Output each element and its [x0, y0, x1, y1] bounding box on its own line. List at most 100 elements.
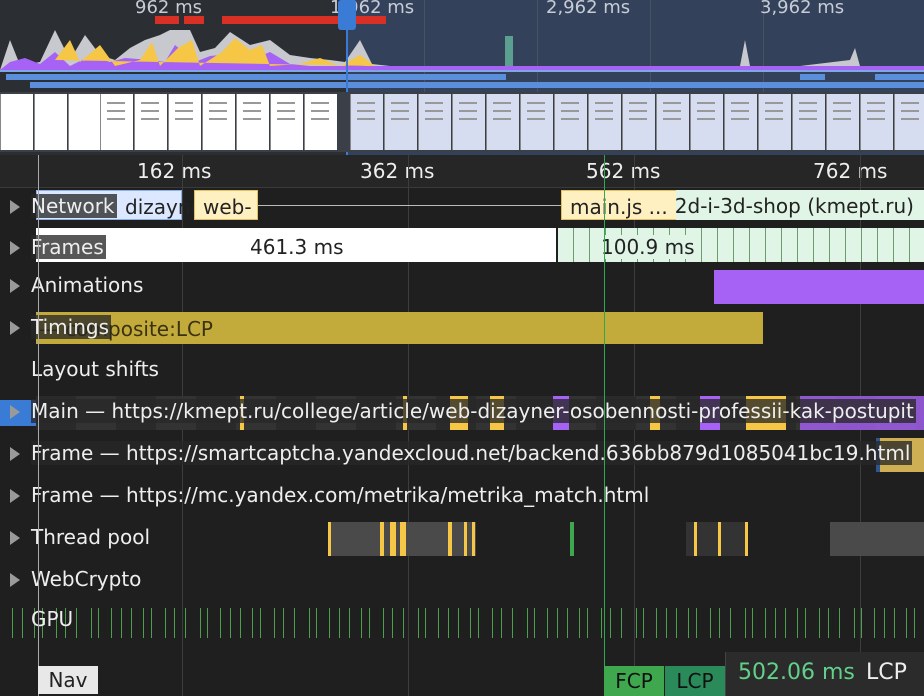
track-label: Frame — https://smartcaptcha.yandexcloud…: [31, 441, 913, 465]
frame-long[interactable]: 461.3 ms: [36, 228, 556, 262]
screenshot-thumbnail[interactable]: [622, 94, 655, 150]
track-frames[interactable]: 461.3 ms 100.9 ms Frames: [0, 228, 924, 270]
screenshot-thumbnail[interactable]: [690, 94, 723, 150]
gpu-tick: [839, 608, 840, 638]
gpu-tick: [745, 608, 746, 638]
gpu-tick: [369, 608, 370, 638]
gpu-tick: [775, 608, 776, 638]
gpu-tick: [828, 608, 829, 638]
screenshot-thumbnail[interactable]: [486, 94, 519, 150]
track-gpu[interactable]: GPU: [0, 600, 924, 642]
thread-task-scripting[interactable]: [718, 522, 721, 556]
track-frame-smartcaptcha[interactable]: Frame — https://smartcaptcha.yandexcloud…: [0, 434, 924, 476]
gpu-tick: [349, 608, 350, 638]
track-frame-metrika[interactable]: Frame — https://mc.yandex.com/metrika/me…: [0, 476, 924, 518]
gpu-tick: [76, 608, 77, 638]
screenshot-thumbnail[interactable]: [860, 94, 893, 150]
screenshot-thumbnail[interactable]: [452, 94, 485, 150]
frames-short[interactable]: 100.9 ms: [558, 228, 924, 262]
network-request-page[interactable]: web-dizayner-osobennosti-professii-kak-p…: [676, 190, 924, 220]
screenshot-thumbnail[interactable]: [724, 94, 757, 150]
screenshot-thumbnail[interactable]: [168, 94, 201, 150]
screenshot-thumbnail[interactable]: [384, 94, 417, 150]
thread-task-scripting[interactable]: [448, 522, 452, 556]
screenshot-thumbnail[interactable]: [202, 94, 235, 150]
expand-arrow-icon[interactable]: [10, 200, 20, 214]
network-request-main-js[interactable]: main.js ...: [561, 190, 695, 220]
screenshot-thumbnail[interactable]: [236, 94, 269, 150]
track-thread-pool[interactable]: Thread pool: [0, 518, 924, 560]
screenshot-thumbnail[interactable]: [34, 94, 67, 150]
thread-task-painting[interactable]: [570, 522, 574, 556]
expand-arrow-icon[interactable]: [10, 279, 20, 293]
ruler-tick: 762 ms: [813, 159, 888, 183]
animation-bar[interactable]: [714, 270, 924, 304]
track-layout-shifts[interactable]: Layout shifts: [0, 350, 924, 392]
screenshot-thumbnail[interactable]: [894, 94, 924, 150]
screenshot-thumbnail[interactable]: [270, 94, 303, 150]
screenshot-thumbnail[interactable]: [418, 94, 451, 150]
screenshot-thumbnail[interactable]: [100, 94, 133, 150]
timing-lcp-bar[interactable]: Largest Contentful Paint — composite:LCP: [36, 312, 763, 344]
expand-arrow-icon[interactable]: [10, 531, 20, 545]
fcp-marker[interactable]: FCP: [604, 666, 664, 696]
gpu-tick: [143, 608, 144, 638]
gpu-tick: [260, 608, 261, 638]
ruler-tick: 162 ms: [137, 159, 212, 183]
track-timings[interactable]: Largest Contentful Paint — composite:LCP…: [0, 308, 924, 350]
thread-task[interactable]: [328, 522, 450, 556]
time-ruler[interactable]: 162 ms 362 ms 562 ms 762 ms: [0, 155, 924, 188]
screenshots-strip[interactable]: [0, 92, 924, 152]
screenshot-thumbnail[interactable]: [520, 94, 553, 150]
lcp-marker[interactable]: LCP: [665, 666, 725, 696]
timeline-overview[interactable]: 962 ms 1,962 ms 2,962 ms 3,962 ms: [0, 0, 924, 155]
nav-marker[interactable]: Nav: [38, 666, 98, 694]
screenshot-thumbnail[interactable]: [792, 94, 825, 150]
screenshot-thumbnail[interactable]: [588, 94, 621, 150]
thread-task-scripting[interactable]: [390, 522, 396, 556]
lcp-tooltip: 502.06 ms LCP: [725, 652, 924, 696]
track-main[interactable]: Main — https://kmept.ru/college/article/…: [0, 392, 924, 434]
thread-task-scripting[interactable]: [745, 522, 748, 556]
gpu-tick: [91, 608, 92, 638]
gpu-tick: [512, 608, 513, 638]
gpu-tick: [534, 608, 535, 638]
screenshot-thumbnail[interactable]: [826, 94, 859, 150]
thread-task-scripting[interactable]: [464, 522, 467, 556]
thread-task-scripting[interactable]: [328, 522, 331, 556]
gpu-tick: [557, 608, 558, 638]
screenshot-thumbnail[interactable]: [0, 94, 33, 150]
gpu-tick: [527, 608, 528, 638]
screenshot-thumbnail[interactable]: [68, 94, 101, 150]
screenshot-thumbnail[interactable]: [656, 94, 689, 150]
thread-task-scripting[interactable]: [400, 522, 406, 556]
gpu-tick: [601, 608, 602, 638]
gpu-tick: [884, 608, 885, 638]
expand-arrow-icon[interactable]: [10, 321, 20, 335]
screenshot-thumbnail[interactable]: [350, 94, 383, 150]
gpu-tick: [403, 608, 404, 638]
screenshot-thumbnail[interactable]: [304, 94, 337, 150]
expand-arrow-icon[interactable]: [10, 489, 20, 503]
thread-task-scripting[interactable]: [472, 522, 475, 556]
lcp-tooltip-label: LCP: [866, 660, 907, 685]
track-animations[interactable]: Animations: [0, 266, 924, 308]
expand-arrow-icon[interactable]: [10, 241, 20, 255]
thread-task[interactable]: [830, 522, 924, 556]
track-webcrypto[interactable]: WebCrypto: [0, 560, 924, 602]
track-network[interactable]: dizayner web- main.js ... web-dizayner-o…: [0, 187, 924, 229]
expand-arrow-icon[interactable]: [10, 573, 20, 587]
screenshot-thumbnail[interactable]: [134, 94, 167, 150]
expand-arrow-icon[interactable]: [10, 447, 20, 461]
thread-task-scripting[interactable]: [380, 522, 384, 556]
screenshot-thumbnail[interactable]: [758, 94, 791, 150]
screenshot-thumbnail[interactable]: [554, 94, 587, 150]
expand-arrow-icon[interactable]: [10, 405, 20, 419]
gpu-tick: [294, 608, 295, 638]
gpu-tick: [240, 608, 241, 638]
network-request-script[interactable]: web-: [194, 190, 258, 220]
gpu-tick: [730, 608, 731, 638]
thread-task-scripting[interactable]: [694, 522, 697, 556]
gpu-tick: [283, 608, 284, 638]
gpu-tick: [316, 608, 317, 638]
